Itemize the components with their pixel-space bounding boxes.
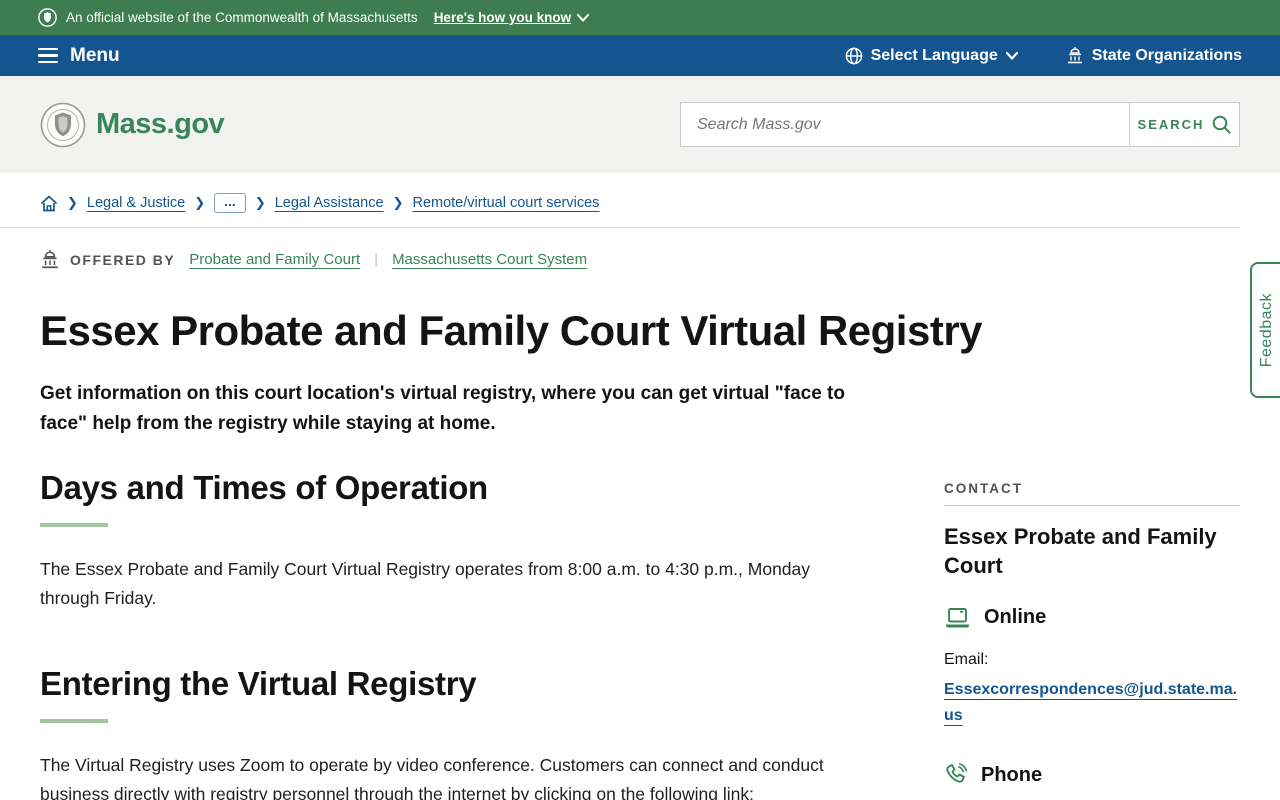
email-link[interactable]: Essexcorrespondences@jud.state.ma.us bbox=[944, 677, 1240, 729]
search-input[interactable] bbox=[680, 102, 1130, 147]
globe-icon bbox=[845, 47, 862, 64]
section-heading: Days and Times of Operation bbox=[40, 469, 488, 506]
heres-how-you-know-link[interactable]: Here's how you know bbox=[434, 10, 590, 25]
page-title: Essex Probate and Family Court Virtual R… bbox=[40, 307, 983, 354]
section-days-times: Days and Times of Operation The Essex Pr… bbox=[40, 469, 904, 613]
offered-by-row: OFFERED BY Probate and Family Court | Ma… bbox=[0, 228, 1280, 269]
heading-rule bbox=[40, 719, 108, 723]
breadcrumb: ❯ Legal & Justice ❯ ... ❯ Legal Assistan… bbox=[0, 173, 1240, 228]
contact-sidebar: CONTACT Essex Probate and Family Court O… bbox=[944, 469, 1240, 800]
page-lede: Get information on this court location's… bbox=[40, 383, 845, 434]
search-button[interactable]: SEARCH bbox=[1130, 102, 1240, 147]
section-body: The Virtual Registry uses Zoom to operat… bbox=[40, 755, 824, 800]
breadcrumb-separator: ❯ bbox=[392, 195, 404, 210]
home-icon bbox=[41, 195, 57, 211]
email-label: Email: bbox=[944, 651, 989, 668]
phone-contact-heading: Phone bbox=[944, 763, 1240, 787]
contact-org-name: Essex Probate and Family Court bbox=[944, 524, 1217, 578]
feedback-label: Feedback bbox=[1258, 292, 1275, 368]
section-entering-registry: Entering the Virtual Registry The Virtua… bbox=[40, 665, 904, 800]
offered-by-divider: | bbox=[374, 251, 379, 268]
capitol-icon bbox=[42, 250, 58, 269]
select-language-button[interactable]: Select Language bbox=[845, 47, 1018, 65]
main-content: Days and Times of Operation The Essex Pr… bbox=[40, 469, 904, 800]
chevron-down-icon bbox=[577, 13, 590, 22]
breadcrumb-separator: ❯ bbox=[67, 195, 78, 210]
breadcrumb-link-legal-assistance[interactable]: Legal Assistance bbox=[275, 195, 384, 211]
offered-by-link-probate-family-court[interactable]: Probate and Family Court bbox=[189, 251, 360, 268]
laptop-icon bbox=[946, 607, 969, 627]
offered-by-label: OFFERED BY bbox=[40, 250, 175, 269]
online-contact-heading: Online bbox=[944, 606, 1240, 629]
breadcrumb-link-remote-virtual[interactable]: Remote/virtual court services bbox=[412, 195, 599, 211]
site-header: Mass.gov SEARCH bbox=[0, 76, 1280, 173]
breadcrumb-separator: ❯ bbox=[254, 195, 266, 210]
breadcrumb-separator: ❯ bbox=[194, 195, 206, 210]
contact-label: CONTACT bbox=[944, 481, 1023, 496]
breadcrumb-ellipsis-button[interactable]: ... bbox=[214, 193, 246, 213]
heading-rule bbox=[40, 523, 108, 527]
feedback-button[interactable]: Feedback bbox=[1250, 262, 1280, 398]
state-seal-icon bbox=[38, 8, 57, 27]
state-organizations-link[interactable]: State Organizations bbox=[1066, 47, 1242, 65]
breadcrumb-home-link[interactable] bbox=[40, 195, 58, 212]
breadcrumb-link-legal-justice[interactable]: Legal & Justice bbox=[87, 195, 185, 211]
menu-button[interactable]: Menu bbox=[38, 45, 120, 67]
phone-icon bbox=[946, 763, 968, 783]
capitol-icon bbox=[1067, 47, 1082, 64]
chevron-down-icon bbox=[1005, 51, 1018, 60]
section-heading: Entering the Virtual Registry bbox=[40, 665, 477, 702]
hamburger-icon bbox=[38, 47, 58, 64]
main-navigation: Menu Select Language State Organizations bbox=[0, 35, 1280, 76]
section-body: The Essex Probate and Family Court Virtu… bbox=[40, 559, 811, 608]
official-banner-text: An official website of the Commonwealth … bbox=[66, 10, 418, 25]
search-icon bbox=[1213, 115, 1231, 134]
menu-label: Menu bbox=[70, 44, 120, 66]
massgov-logo-text: Mass.gov bbox=[96, 108, 225, 140]
site-search: SEARCH bbox=[680, 102, 1240, 147]
massgov-logo[interactable]: Mass.gov bbox=[40, 102, 225, 148]
offered-by-link-mass-court-system[interactable]: Massachusetts Court System bbox=[392, 251, 587, 268]
contact-divider bbox=[944, 505, 1240, 506]
official-banner: An official website of the Commonwealth … bbox=[0, 0, 1280, 35]
massgov-seal-icon bbox=[40, 102, 86, 147]
